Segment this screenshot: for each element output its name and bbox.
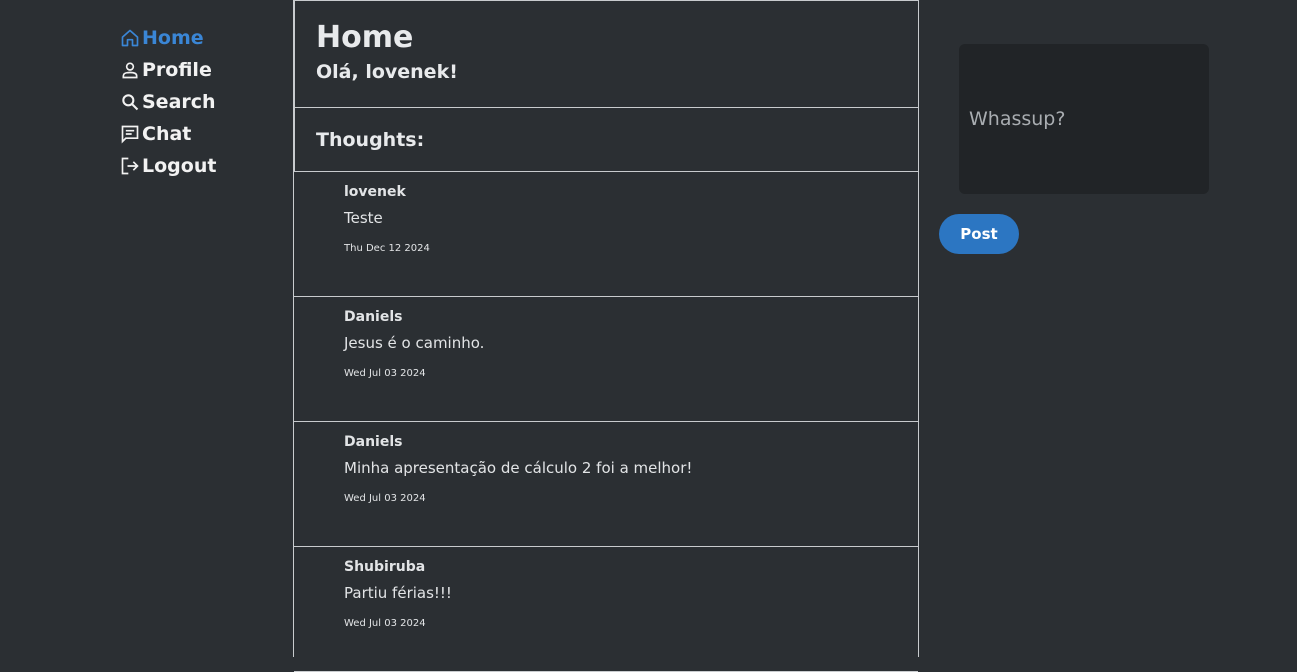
feed-heading: Thoughts: [293, 108, 919, 172]
logout-icon [120, 155, 142, 177]
nav-item-search[interactable]: Search [120, 86, 290, 118]
sidebar-nav: Home Profile Search Chat Logout [120, 22, 290, 182]
post-date: Thu Dec 12 2024 [344, 243, 430, 254]
post-text: Jesus é o caminho. [344, 334, 485, 352]
nav-item-label: Profile [142, 59, 212, 81]
post-date: Wed Jul 03 2024 [344, 618, 426, 629]
nav-item-logout[interactable]: Logout [120, 150, 290, 182]
nav-item-label: Logout [142, 155, 217, 177]
post-author[interactable]: lovenek [344, 184, 918, 204]
post-author[interactable]: Shubiruba [344, 559, 918, 579]
post-text: Minha apresentação de cálculo 2 foi a me… [344, 459, 693, 477]
post-item: lovenek Teste Thu Dec 12 2024 [294, 172, 918, 297]
page-title: Home [316, 20, 414, 55]
page-header: Home Olá, lovenek! [293, 0, 919, 108]
nav-item-label: Home [142, 27, 204, 49]
search-icon [120, 91, 142, 113]
user-icon [120, 59, 142, 81]
post-item: Daniels Minha apresentação de cálculo 2 … [294, 422, 918, 547]
feed-heading-label: Thoughts: [316, 128, 425, 151]
compose-input[interactable]: Whassup? [959, 44, 1209, 194]
greeting: Olá, lovenek! [316, 61, 458, 83]
post-button[interactable]: Post [939, 214, 1019, 254]
post-item: Daniels Jesus é o caminho. Wed Jul 03 20… [294, 297, 918, 422]
compose-placeholder: Whassup? [969, 108, 1066, 130]
post-author[interactable]: Daniels [344, 434, 918, 454]
nav-item-label: Search [142, 91, 216, 113]
nav-item-home[interactable]: Home [120, 22, 290, 54]
chat-icon [120, 123, 142, 145]
post-date: Wed Jul 03 2024 [344, 493, 426, 504]
post-date: Wed Jul 03 2024 [344, 368, 426, 379]
post-author[interactable]: Daniels [344, 309, 918, 329]
post-text: Teste [344, 209, 383, 227]
nav-item-chat[interactable]: Chat [120, 118, 290, 150]
home-icon [120, 27, 142, 49]
post-text: Partiu férias!!! [344, 584, 452, 602]
post-item: Shubiruba Partiu férias!!! Wed Jul 03 20… [294, 547, 918, 672]
main-feed: Home Olá, lovenek! Thoughts: lovenek Tes… [293, 0, 919, 672]
nav-item-label: Chat [142, 123, 192, 145]
nav-item-profile[interactable]: Profile [120, 54, 290, 86]
